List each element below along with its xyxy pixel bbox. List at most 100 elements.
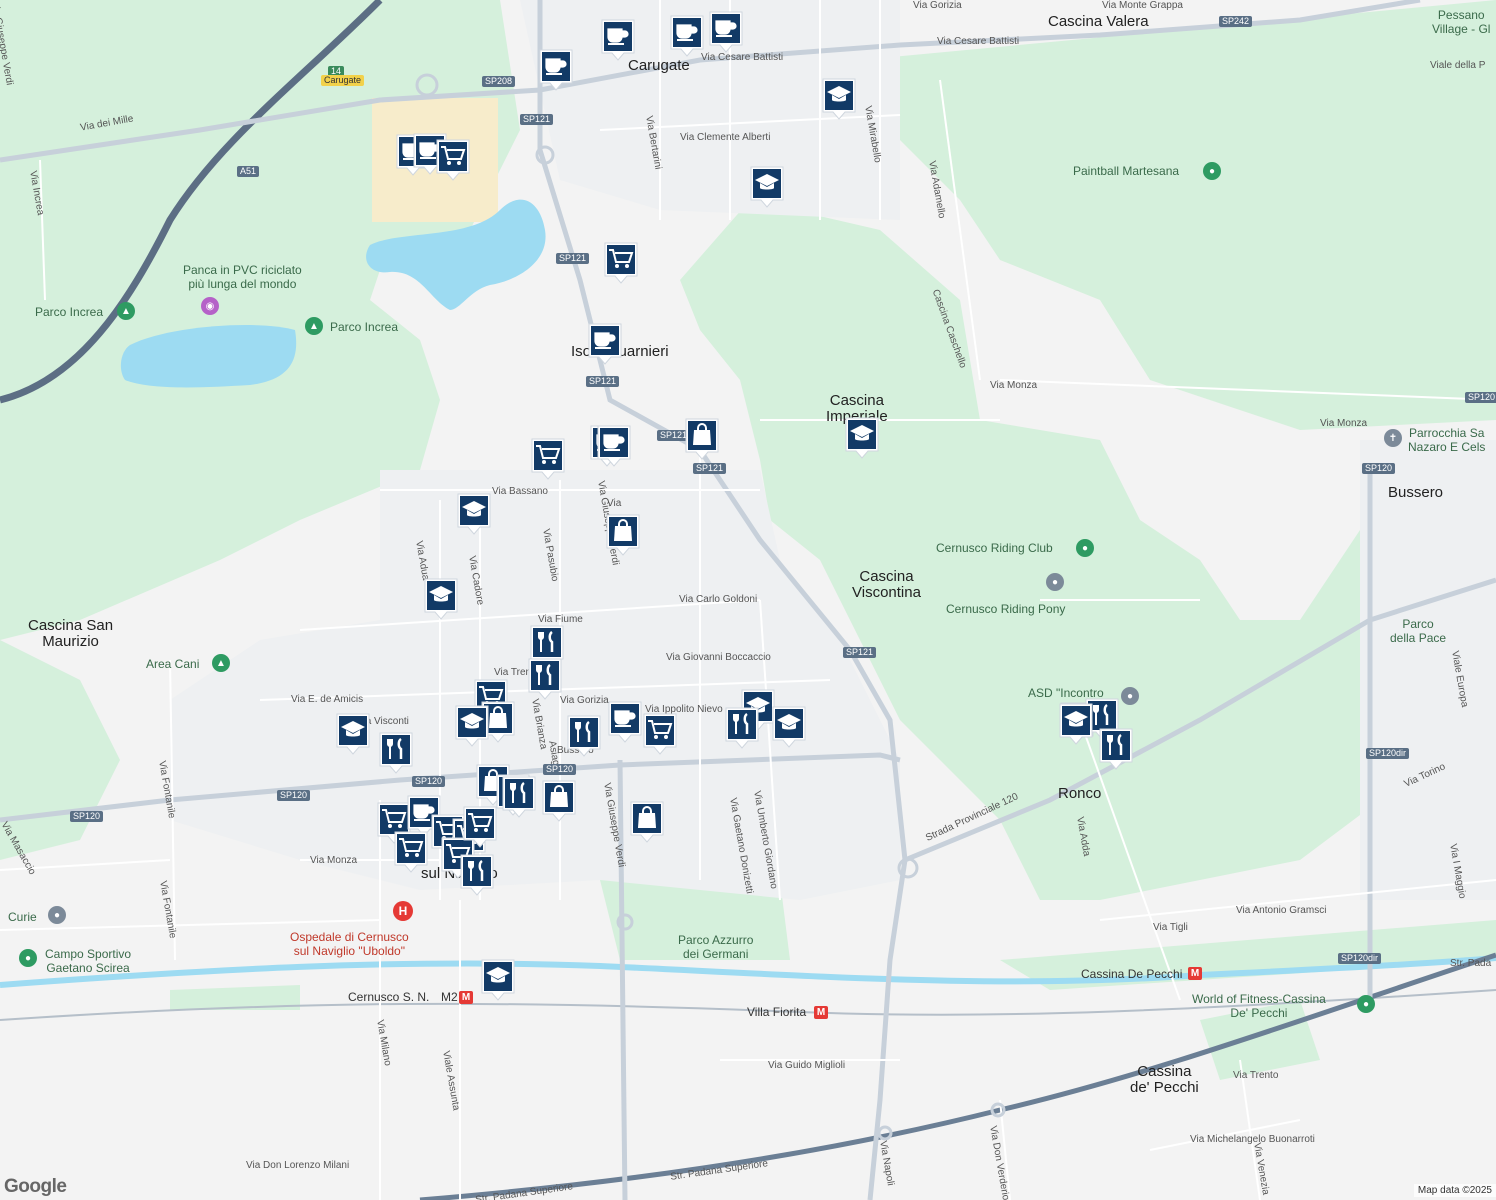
metro-station-icon[interactable]: M [814,1006,828,1019]
grocery-marker-icon[interactable] [530,437,566,481]
street-label: Via Antonio Gramsci [1236,905,1327,916]
poi-label: Parrocchia Sa Nazaro E Cels [1408,426,1486,454]
restaurant-marker-icon[interactable] [566,714,602,758]
church-poi-icon[interactable]: ✝ [1384,429,1402,447]
tree-poi-icon[interactable]: ▲ [117,302,135,320]
tree-poi-icon[interactable]: ▲ [212,654,230,672]
place-label: Cascina San Maurizio [28,617,114,650]
road-shield: SP120 [277,790,311,801]
poi-label: Parco Increa [35,305,104,319]
poi-label: Panca in PVC riciclato più lunga del mon… [183,263,302,291]
road-padana-superiore [419,952,1496,1200]
street-label: Via Bassano [492,486,548,497]
road-shield: SP121 [586,376,620,387]
cafe-marker-icon[interactable] [538,48,574,92]
road-shield: SP121 [520,114,554,125]
road-shield: SP120 [1362,463,1396,474]
place-label: Cassina de' Pecchi [1130,1063,1199,1096]
poi-label: Cernusco Riding Pony [946,602,1066,616]
street-label: Via Guido Miglioli [768,1060,846,1071]
restaurant-marker-icon[interactable] [378,731,414,775]
grocery-marker-icon[interactable] [393,830,429,874]
map-attribution: Map data ©2025 [1413,1184,1496,1197]
place-label: Cascina Viscontina [852,568,921,601]
road-shield: SP121 [693,463,727,474]
street-label: Via Tigli [1153,922,1188,933]
school-marker-icon[interactable] [456,492,492,536]
school-marker-icon[interactable] [423,577,459,621]
metro-label: Villa Fiorita [747,1005,807,1019]
metro-label: Cassina De Pecchi [1081,967,1183,981]
paintball-poi-icon[interactable]: ● [1203,162,1221,180]
road-shield: Carugate [321,75,365,86]
street-label: Str. Pada [1450,958,1492,969]
riding-club-poi-icon[interactable]: ● [1076,539,1094,557]
street-label: Via Gorizia [913,0,962,11]
restaurant-marker-icon[interactable] [501,775,537,819]
grocery-marker-icon[interactable] [642,712,678,756]
hospital-icon[interactable]: H [393,901,413,921]
school-marker-icon[interactable] [749,165,785,209]
poi-label: Paintball Martesana [1073,164,1180,178]
road-shield: SP120 [70,811,104,822]
street-label: Via Monza [990,380,1038,391]
tree-poi-icon[interactable]: ▲ [305,317,323,335]
cafe-marker-icon[interactable] [596,424,632,468]
metro-station-icon[interactable]: M [1188,967,1202,980]
place-label: Ronco [1058,785,1102,802]
school-marker-icon[interactable] [335,712,371,756]
cafe-marker-icon[interactable] [708,10,744,54]
road-shield: SP121 [843,647,877,658]
cafe-marker-icon[interactable] [669,14,705,58]
map-canvas[interactable]: Carugate Cascina Valera Cascina Imperiale C… [0,0,1496,1200]
road-shield: SP120 [1465,392,1496,403]
grocery-marker-icon[interactable] [462,805,498,849]
poi-label: Area Cani [146,657,200,671]
fitness-poi-icon[interactable]: ● [1357,995,1375,1013]
school-poi-icon[interactable]: ● [48,906,66,924]
poi-label: Parco della Pace [1390,617,1447,645]
riding-pony-poi-icon[interactable]: ● [1046,573,1064,591]
shop-marker-icon[interactable] [629,800,665,844]
road-shield: SP242 [1219,16,1253,27]
metro-station-icon[interactable]: M [459,991,473,1004]
metro-label: Cernusco S. N. [348,990,430,1004]
metro-label: M2 [441,990,458,1004]
stadium-poi-icon[interactable]: ● [19,949,37,967]
street-label: Via Don Lorenzo Milani [246,1160,350,1171]
cafe-marker-icon[interactable] [600,18,636,62]
grocery-marker-icon[interactable] [603,241,639,285]
cafe-marker-icon[interactable] [587,322,623,366]
restaurant-marker-icon[interactable] [459,853,495,897]
restaurant-marker-icon[interactable] [1098,727,1134,771]
shop-marker-icon[interactable] [684,417,720,461]
road-shield: SP120dir [1338,953,1382,964]
street-label: Via Monte Grappa [1102,0,1183,11]
cafe-marker-icon[interactable] [607,700,643,744]
poi-label: Pessano Village - Gl [1432,8,1491,36]
poi-label: World of Fitness-Cassina De' Pecchi [1192,992,1326,1020]
road-shield: SP121 [556,253,590,264]
street-label: Via Clemente Alberti [680,132,771,143]
place-label: Carugate [628,57,690,74]
school-marker-icon[interactable] [821,77,857,121]
school-marker-icon[interactable] [844,416,880,460]
street-label: Via Cesare Battisti [937,36,1020,47]
street-label: Via Carlo Goldoni [679,594,758,605]
shop-marker-icon[interactable] [605,513,641,557]
school-marker-icon[interactable] [1058,702,1094,746]
school-marker-icon[interactable] [454,704,490,748]
camera-poi-icon[interactable]: ◉ [201,297,219,315]
poi-label: Ospedale di Cernusco sul Naviglio "Ubold… [290,930,409,958]
poi-label: Campo Sportivo Gaetano Scirea [45,947,132,975]
grocery-marker-icon[interactable] [435,138,471,182]
street-label: Via Giovanni Boccaccio [666,652,771,663]
restaurant-marker-icon[interactable] [527,657,563,701]
shop-marker-icon[interactable] [541,779,577,823]
school-marker-icon[interactable] [480,958,516,1002]
road-shield: SP120dir [1366,748,1410,759]
school-marker-icon[interactable] [771,705,807,749]
restaurant-marker-icon[interactable] [724,706,760,750]
sports-poi-icon[interactable]: ● [1121,687,1139,705]
road-shield: A51 [237,166,260,177]
